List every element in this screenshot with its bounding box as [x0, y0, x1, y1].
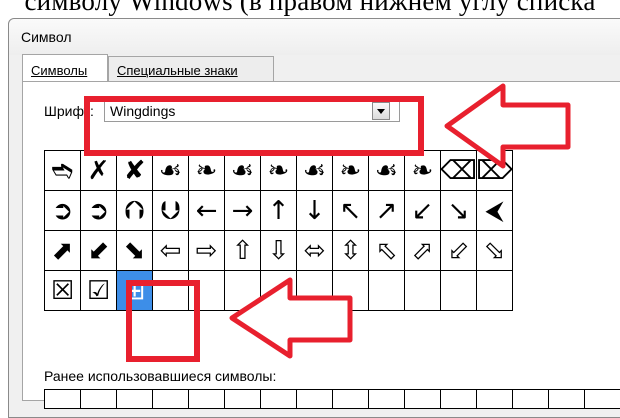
- font-select-value: Wingdings: [110, 103, 176, 119]
- symbol-cell[interactable]: ⬁: [368, 230, 405, 271]
- symbol-cell[interactable]: ➲: [44, 190, 81, 231]
- recent-symbol-cell[interactable]: [116, 389, 153, 409]
- font-label: Шрифт:: [44, 103, 94, 119]
- font-select[interactable]: Wingdings: [104, 100, 400, 122]
- symbol-cell[interactable]: ❧: [332, 150, 369, 191]
- symbol-cell[interactable]: ☑: [80, 270, 117, 311]
- recent-symbol-cell[interactable]: [188, 389, 225, 409]
- recent-symbol-cell[interactable]: [368, 389, 405, 409]
- symbol-cell[interactable]: ✘: [116, 150, 153, 191]
- symbol-cell[interactable]: →: [224, 190, 261, 231]
- recent-symbol-cell[interactable]: [80, 389, 117, 409]
- symbol-cell-empty[interactable]: [404, 270, 441, 311]
- symbol-cell[interactable]: ⌦: [476, 150, 513, 191]
- symbol-cell[interactable]: ⇧: [224, 230, 261, 271]
- recent-symbol-cell[interactable]: [332, 389, 369, 409]
- symbol-cell[interactable]: ⇦: [152, 230, 189, 271]
- symbol-cell[interactable]: ⬂: [476, 230, 513, 271]
- recent-symbol-cell[interactable]: [476, 389, 513, 409]
- recent-symbol-cell[interactable]: [44, 389, 81, 409]
- symbol-cell[interactable]: ⌫: [440, 150, 477, 191]
- tab-symbols[interactable]: Символы: [22, 54, 108, 82]
- symbol-cell[interactable]: ⮋: [152, 190, 189, 231]
- recent-symbol-cell[interactable]: [584, 389, 620, 409]
- symbol-cell[interactable]: ➬: [44, 150, 81, 191]
- symbol-cell[interactable]: ⬄: [296, 230, 333, 271]
- chevron-down-icon[interactable]: [372, 102, 390, 120]
- tab-special-characters[interactable]: Специальные знаки: [108, 56, 274, 82]
- symbol-cell[interactable]: ✗: [80, 150, 117, 191]
- symbol-cell[interactable]: ⬈: [44, 230, 81, 271]
- symbol-cell[interactable]: ↙: [404, 190, 441, 231]
- symbol-cell-empty[interactable]: [476, 270, 513, 311]
- recent-symbol-cell[interactable]: [260, 389, 297, 409]
- symbol-cell[interactable]: ⬋: [80, 230, 117, 271]
- recent-symbol-cell[interactable]: [224, 389, 261, 409]
- recent-symbol-cell[interactable]: [512, 389, 549, 409]
- symbol-cell[interactable]: ❧: [188, 150, 225, 191]
- symbol-cell[interactable]: ↑: [260, 190, 297, 231]
- symbol-cell[interactable]: ↖: [332, 190, 369, 231]
- recent-symbol-cell[interactable]: [548, 389, 585, 409]
- symbol-cell[interactable]: ☙: [224, 150, 261, 191]
- symbol-cell[interactable]: ↗: [368, 190, 405, 231]
- symbol-cell[interactable]: ☙: [368, 150, 405, 191]
- symbol-cell[interactable]: ⬃: [440, 230, 477, 271]
- symbol-cell[interactable]: ➲: [80, 190, 117, 231]
- symbol-cell[interactable]: ⮉: [116, 190, 153, 231]
- symbol-cell-empty[interactable]: [260, 270, 297, 311]
- document-text-fragment: символу Windows (в правом нижнем углу сп…: [24, 0, 596, 16]
- recent-symbol-cell[interactable]: [404, 389, 441, 409]
- symbol-cell-empty[interactable]: [332, 270, 369, 311]
- symbol-cell[interactable]: ⇨: [188, 230, 225, 271]
- symbol-cell[interactable]: ☙: [152, 150, 189, 191]
- recent-symbol-cell[interactable]: [296, 389, 333, 409]
- symbol-cell[interactable]: ⬊: [116, 230, 153, 271]
- recent-symbol-cell[interactable]: [440, 389, 477, 409]
- symbol-cell-empty[interactable]: [188, 270, 225, 311]
- symbol-cell[interactable]: ⬀: [404, 230, 441, 271]
- symbol-cell[interactable]: ⇩: [260, 230, 297, 271]
- symbol-cell[interactable]: ⊞: [116, 270, 153, 311]
- symbol-cell[interactable]: ←: [188, 190, 225, 231]
- tab-symbols-label: Символы: [31, 63, 88, 78]
- symbol-cell[interactable]: ☙: [296, 150, 333, 191]
- symbol-cell-empty[interactable]: [152, 270, 189, 311]
- symbol-cell[interactable]: ⇳: [332, 230, 369, 271]
- symbol-cell[interactable]: ❧: [404, 150, 441, 191]
- symbol-cell-empty[interactable]: [368, 270, 405, 311]
- symbol-cell[interactable]: ☒: [44, 270, 81, 311]
- tab-special-label: Специальные знаки: [117, 63, 238, 78]
- dialog-titlebar[interactable]: Символ: [9, 19, 620, 55]
- symbol-cell[interactable]: ❧: [260, 150, 297, 191]
- recent-symbol-cell[interactable]: [152, 389, 189, 409]
- recent-symbols-label: Ранее использовавшиеся символы:: [44, 368, 277, 384]
- dialog-title: Символ: [21, 29, 72, 45]
- symbol-cell[interactable]: ↓: [296, 190, 333, 231]
- symbol-cell[interactable]: ⮜: [476, 190, 513, 231]
- symbol-cell-empty[interactable]: [296, 270, 333, 311]
- symbol-cell-empty[interactable]: [440, 270, 477, 311]
- symbol-cell-empty[interactable]: [224, 270, 261, 311]
- symbol-cell[interactable]: ↘: [440, 190, 477, 231]
